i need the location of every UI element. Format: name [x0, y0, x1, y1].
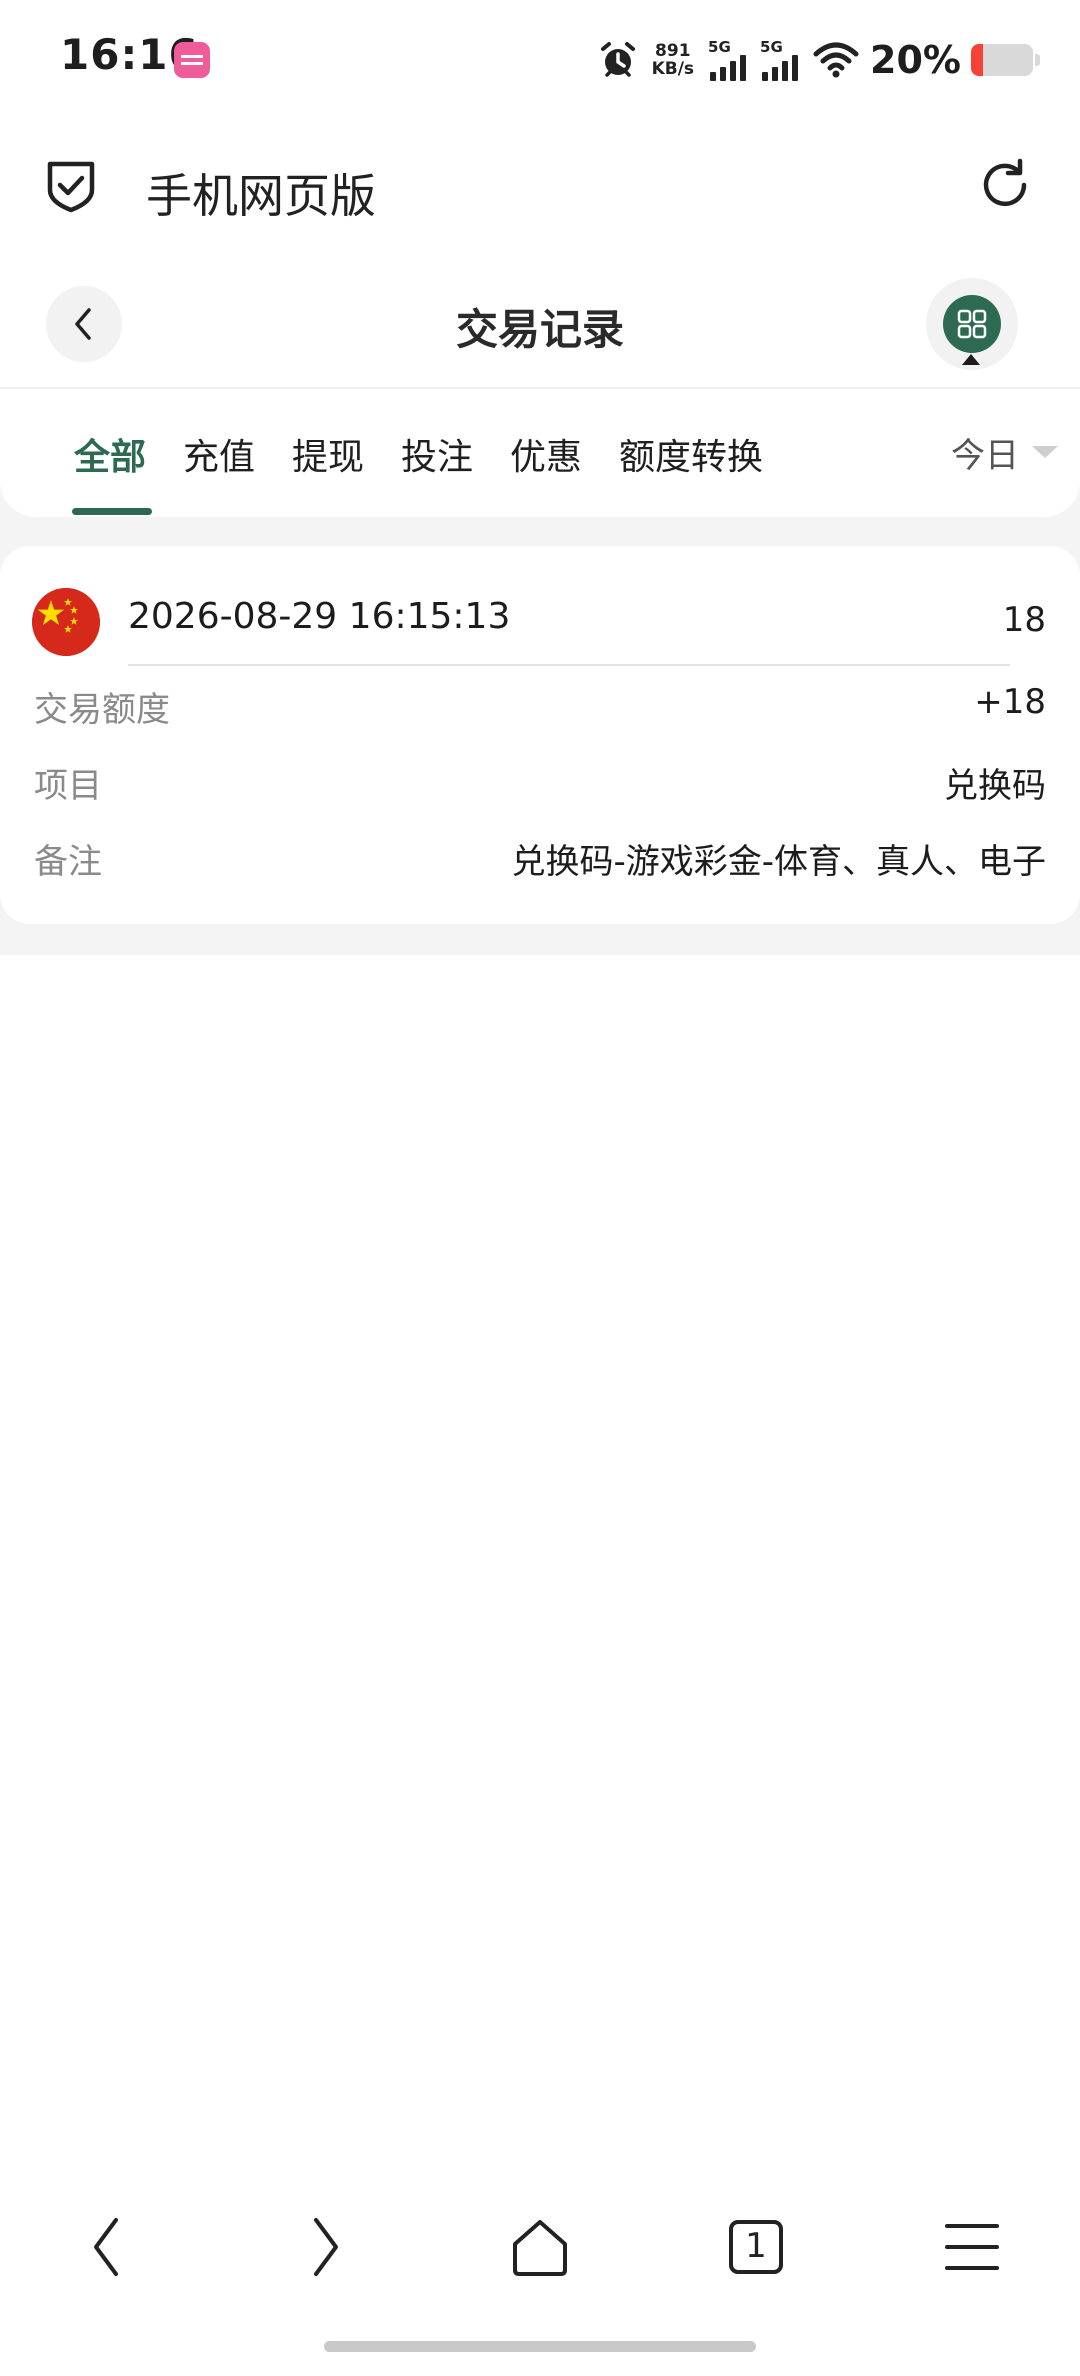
item-label: 项目	[34, 766, 102, 806]
tab-promo[interactable]: 优惠	[510, 428, 582, 480]
page-title: 交易记录	[455, 305, 624, 354]
amount-value: +18	[974, 682, 1046, 722]
date-filter[interactable]: 今日	[951, 428, 1019, 477]
wifi-icon	[813, 42, 859, 78]
tab-bet[interactable]: 投注	[401, 428, 473, 480]
record-number: 18	[1002, 600, 1046, 640]
china-flag-icon	[32, 588, 100, 656]
net-speed-value: 891	[655, 41, 691, 61]
item-value: 兑换码	[944, 766, 1046, 806]
record-divider	[128, 664, 1010, 666]
signal-icon	[710, 54, 747, 81]
tab-all[interactable]: 全部	[74, 428, 146, 480]
menu-caret-icon	[962, 354, 980, 365]
menu-icon[interactable]	[937, 2212, 1007, 2282]
home-icon[interactable]	[505, 2212, 575, 2282]
grid-menu-circle	[943, 295, 1001, 353]
record-timestamp: 2026-08-29 16:15:13	[128, 596, 511, 637]
tab-transfer[interactable]: 额度转换	[619, 428, 763, 480]
signal-1: 5G	[708, 37, 750, 81]
refresh-icon[interactable]	[976, 156, 1034, 214]
sim1-label: 5G	[708, 37, 731, 56]
tabs-icon[interactable]: 1	[721, 2212, 791, 2282]
chevron-down-icon[interactable]	[1032, 446, 1058, 458]
signal-2: 5G	[760, 37, 802, 81]
gesture-home-bar[interactable]	[324, 2341, 756, 2352]
net-speed-unit: KB/s	[651, 59, 695, 79]
battery-percent: 20%	[870, 38, 961, 82]
alarm-icon	[600, 42, 635, 77]
tab-count: 1	[745, 2226, 767, 2266]
browser-title: 手机网页版	[146, 169, 376, 223]
grid-icon	[957, 309, 987, 339]
app-notification-icon	[174, 42, 210, 78]
battery-icon	[971, 44, 1033, 76]
network-speed: 891 KB/s	[652, 42, 694, 78]
battery-cap	[1035, 54, 1040, 66]
signal-icon	[762, 54, 799, 81]
remark-value: 兑换码-游戏彩金-体育、真人、电子	[511, 842, 1046, 882]
forward-arrow-icon[interactable]	[290, 2212, 360, 2282]
shield-check-icon[interactable]	[42, 156, 100, 214]
remark-label: 备注	[34, 842, 102, 882]
tab-withdraw[interactable]: 提现	[292, 428, 364, 480]
active-tab-indicator	[72, 508, 152, 515]
status-indicators: 891 KB/s 5G 5G 20%	[598, 34, 1040, 86]
sim2-label: 5G	[760, 37, 783, 56]
tab-deposit[interactable]: 充值	[183, 428, 255, 480]
amount-label: 交易额度	[34, 690, 170, 730]
back-arrow-icon[interactable]	[72, 2212, 142, 2282]
